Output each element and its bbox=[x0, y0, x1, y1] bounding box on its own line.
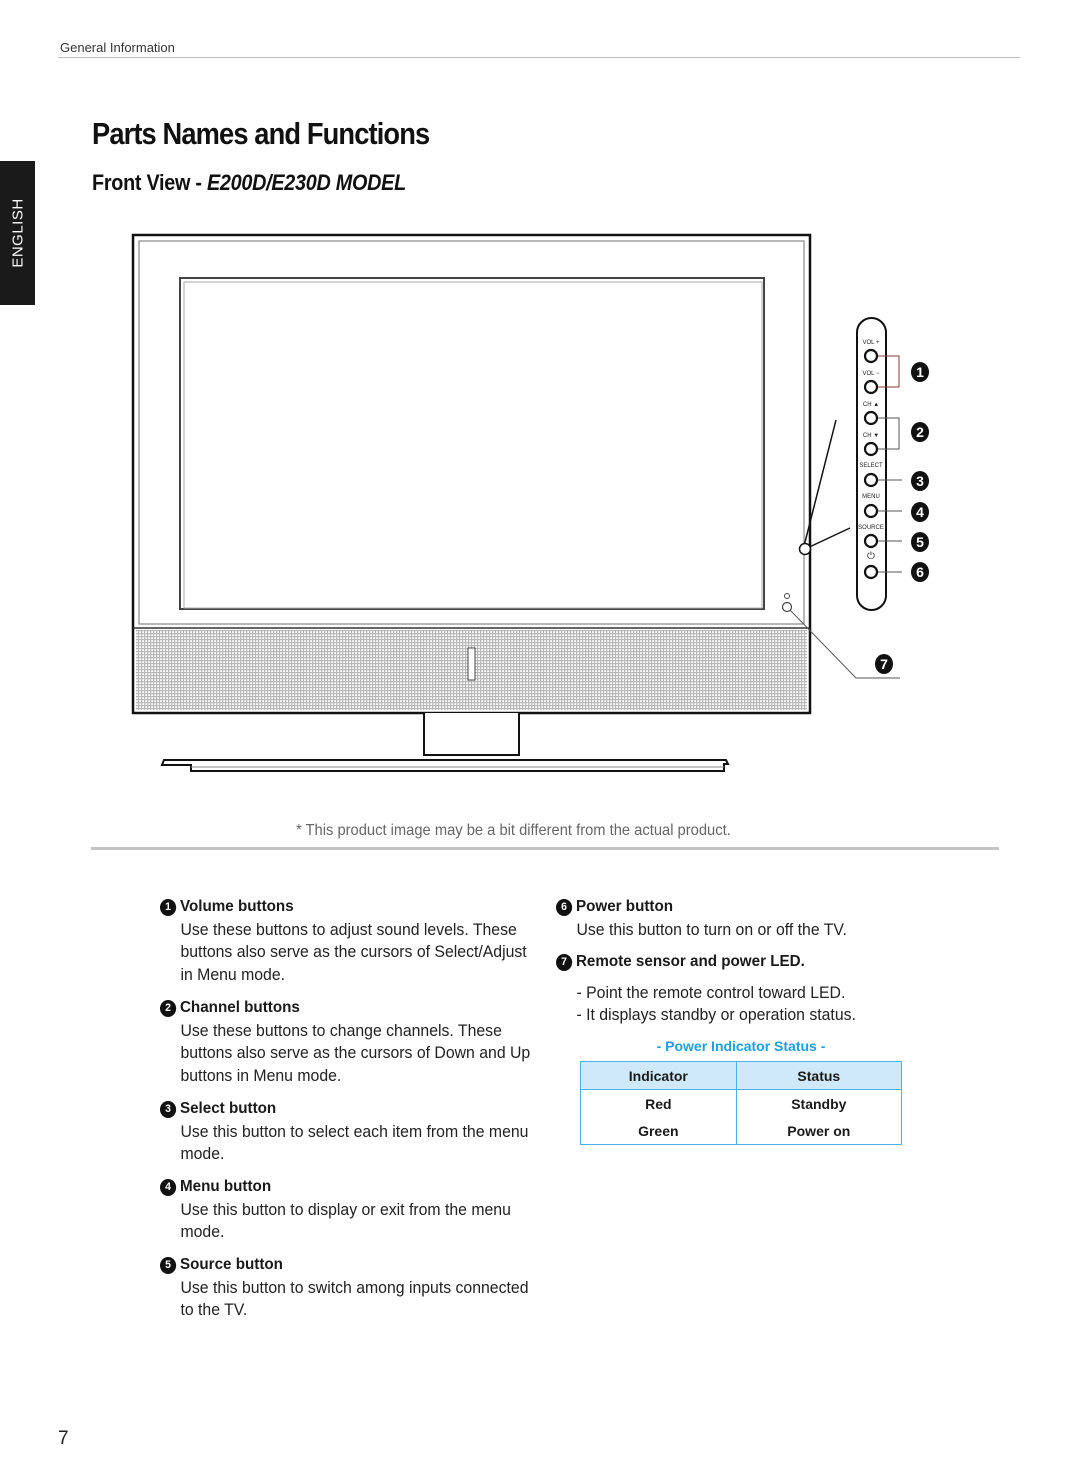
part-item-source: 5 Source button Use this button to switch… bbox=[160, 1254, 572, 1322]
svg-text:2: 2 bbox=[916, 424, 924, 440]
select-label: SELECT bbox=[859, 463, 883, 469]
callout-number-icon: 7 bbox=[556, 953, 573, 971]
part-item-remote-sensor: 7 Remote sensor and power LED. - Point th… bbox=[556, 951, 968, 1027]
side-panel-indicator bbox=[798, 542, 812, 556]
svg-text:7: 7 bbox=[880, 656, 888, 672]
part-title: 4 Menu button bbox=[160, 1176, 551, 1199]
part-title-text: Power button bbox=[575, 898, 674, 915]
table-row: Green Power on bbox=[581, 1117, 902, 1145]
part-description: Use this button to select each item from… bbox=[180, 1121, 529, 1164]
callout-number-icon: 6 bbox=[556, 898, 573, 916]
table-header-row: Indicator Status bbox=[580, 1061, 902, 1090]
callout-number-icon: 4 bbox=[160, 1178, 177, 1196]
part-title-text: Select button bbox=[179, 1100, 277, 1117]
part-description: Use this button to turn on or off the TV… bbox=[576, 919, 847, 939]
ch-up-label: CH ▲ bbox=[863, 402, 879, 408]
part-item-select: 3 Select button Use this button to select… bbox=[160, 1098, 572, 1166]
power-button[interactable] bbox=[863, 564, 879, 580]
source-label: SOURCE bbox=[858, 525, 884, 531]
source-button[interactable] bbox=[863, 533, 879, 549]
vol-down-button[interactable] bbox=[863, 379, 879, 395]
callout-number-icon: 3 bbox=[160, 1100, 177, 1118]
power-indicator-title: - Power Indicator Status - bbox=[656, 1038, 826, 1054]
table-cell: Power on bbox=[735, 1117, 902, 1145]
disclaimer-note: * This product image may be a bit differ… bbox=[296, 822, 731, 839]
ch-up-button[interactable] bbox=[863, 410, 879, 426]
callout-7-icon: 7 bbox=[875, 654, 893, 674]
part-title: 3 Select button bbox=[160, 1098, 551, 1121]
part-title-text: Menu button bbox=[179, 1178, 272, 1195]
part-item-power: 6 Power button Use this button to turn on… bbox=[556, 896, 968, 941]
page-number: 7 bbox=[58, 1428, 69, 1449]
svg-text:1: 1 bbox=[916, 364, 924, 380]
svg-text:3: 3 bbox=[916, 473, 924, 489]
svg-text:4: 4 bbox=[916, 504, 924, 520]
column-header: Status bbox=[735, 1061, 902, 1090]
callout-number-icon: 1 bbox=[160, 898, 177, 916]
vol-up-label: VOL + bbox=[863, 340, 880, 346]
part-bullets: - Point the remote control toward LED. -… bbox=[556, 982, 939, 1027]
vol-up-button[interactable] bbox=[863, 348, 879, 364]
ch-down-button[interactable] bbox=[863, 441, 879, 457]
callout-5-icon: 5 bbox=[911, 532, 929, 552]
vol-down-label: VOL − bbox=[863, 371, 880, 377]
menu-label: MENU bbox=[862, 494, 880, 500]
bullet-item: - Point the remote control toward LED. bbox=[576, 982, 846, 1002]
bullet-item: - It displays standby or operation statu… bbox=[576, 1005, 856, 1024]
svg-text:6: 6 bbox=[916, 564, 924, 580]
callout-4-icon: 4 bbox=[911, 502, 929, 522]
part-description: Use this button to display or exit from … bbox=[180, 1199, 511, 1242]
ch-down-label: CH ▼ bbox=[863, 433, 879, 439]
callout-1-icon: 1 bbox=[911, 362, 929, 382]
tv-stand bbox=[160, 713, 730, 772]
callout-2-icon: 2 bbox=[911, 422, 929, 442]
part-item-menu: 4 Menu button Use this button to display … bbox=[160, 1176, 572, 1244]
note-divider bbox=[91, 847, 999, 850]
part-description: Use these buttons to change channels. Th… bbox=[180, 1020, 531, 1085]
part-title: 6 Power button bbox=[556, 896, 947, 919]
part-title-text: Source button bbox=[179, 1256, 283, 1273]
tv-body bbox=[131, 233, 812, 715]
part-title: 2 Channel buttons bbox=[160, 997, 551, 1020]
part-item-channel: 2 Channel buttons Use these buttons to ch… bbox=[160, 997, 572, 1087]
callout-number-icon: 2 bbox=[160, 999, 177, 1017]
select-button[interactable] bbox=[863, 472, 879, 488]
menu-button[interactable] bbox=[863, 503, 879, 519]
table-cell: Standby bbox=[735, 1089, 902, 1117]
part-item-volume: 1 Volume buttons Use these buttons to adj… bbox=[160, 896, 572, 986]
power-label: ⏻ bbox=[867, 551, 875, 562]
logo-slot bbox=[467, 647, 476, 681]
table-cell: Red bbox=[645, 1095, 672, 1112]
part-description: Use this button to switch among inputs c… bbox=[180, 1277, 529, 1320]
column-header: Indicator bbox=[580, 1061, 737, 1090]
part-description: Use these buttons to adjust sound levels… bbox=[180, 919, 527, 984]
part-title-text: Remote sensor and power LED. bbox=[575, 953, 805, 970]
tv-front-view-diagram: VOL + VOL − CH ▲ CH ▼ SELECT MENU SOURCE ⏻ 1 2 3 4… bbox=[131, 233, 929, 772]
part-title: 5 Source button bbox=[160, 1254, 551, 1277]
svg-text:5: 5 bbox=[916, 534, 924, 550]
part-title: 1 Volume buttons bbox=[160, 896, 551, 919]
table-row: Red Standby bbox=[581, 1089, 902, 1117]
callout-number-icon: 5 bbox=[160, 1256, 177, 1274]
part-title: 7 Remote sensor and power LED. bbox=[556, 951, 947, 974]
table-cell: Green bbox=[638, 1122, 679, 1139]
part-title-text: Channel buttons bbox=[179, 999, 300, 1016]
callout-3-icon: 3 bbox=[911, 471, 929, 491]
power-indicator-table: Indicator Status Red Standby Green Power… bbox=[580, 1061, 902, 1145]
part-title-text: Volume buttons bbox=[179, 898, 294, 915]
callout-6-icon: 6 bbox=[911, 562, 929, 582]
